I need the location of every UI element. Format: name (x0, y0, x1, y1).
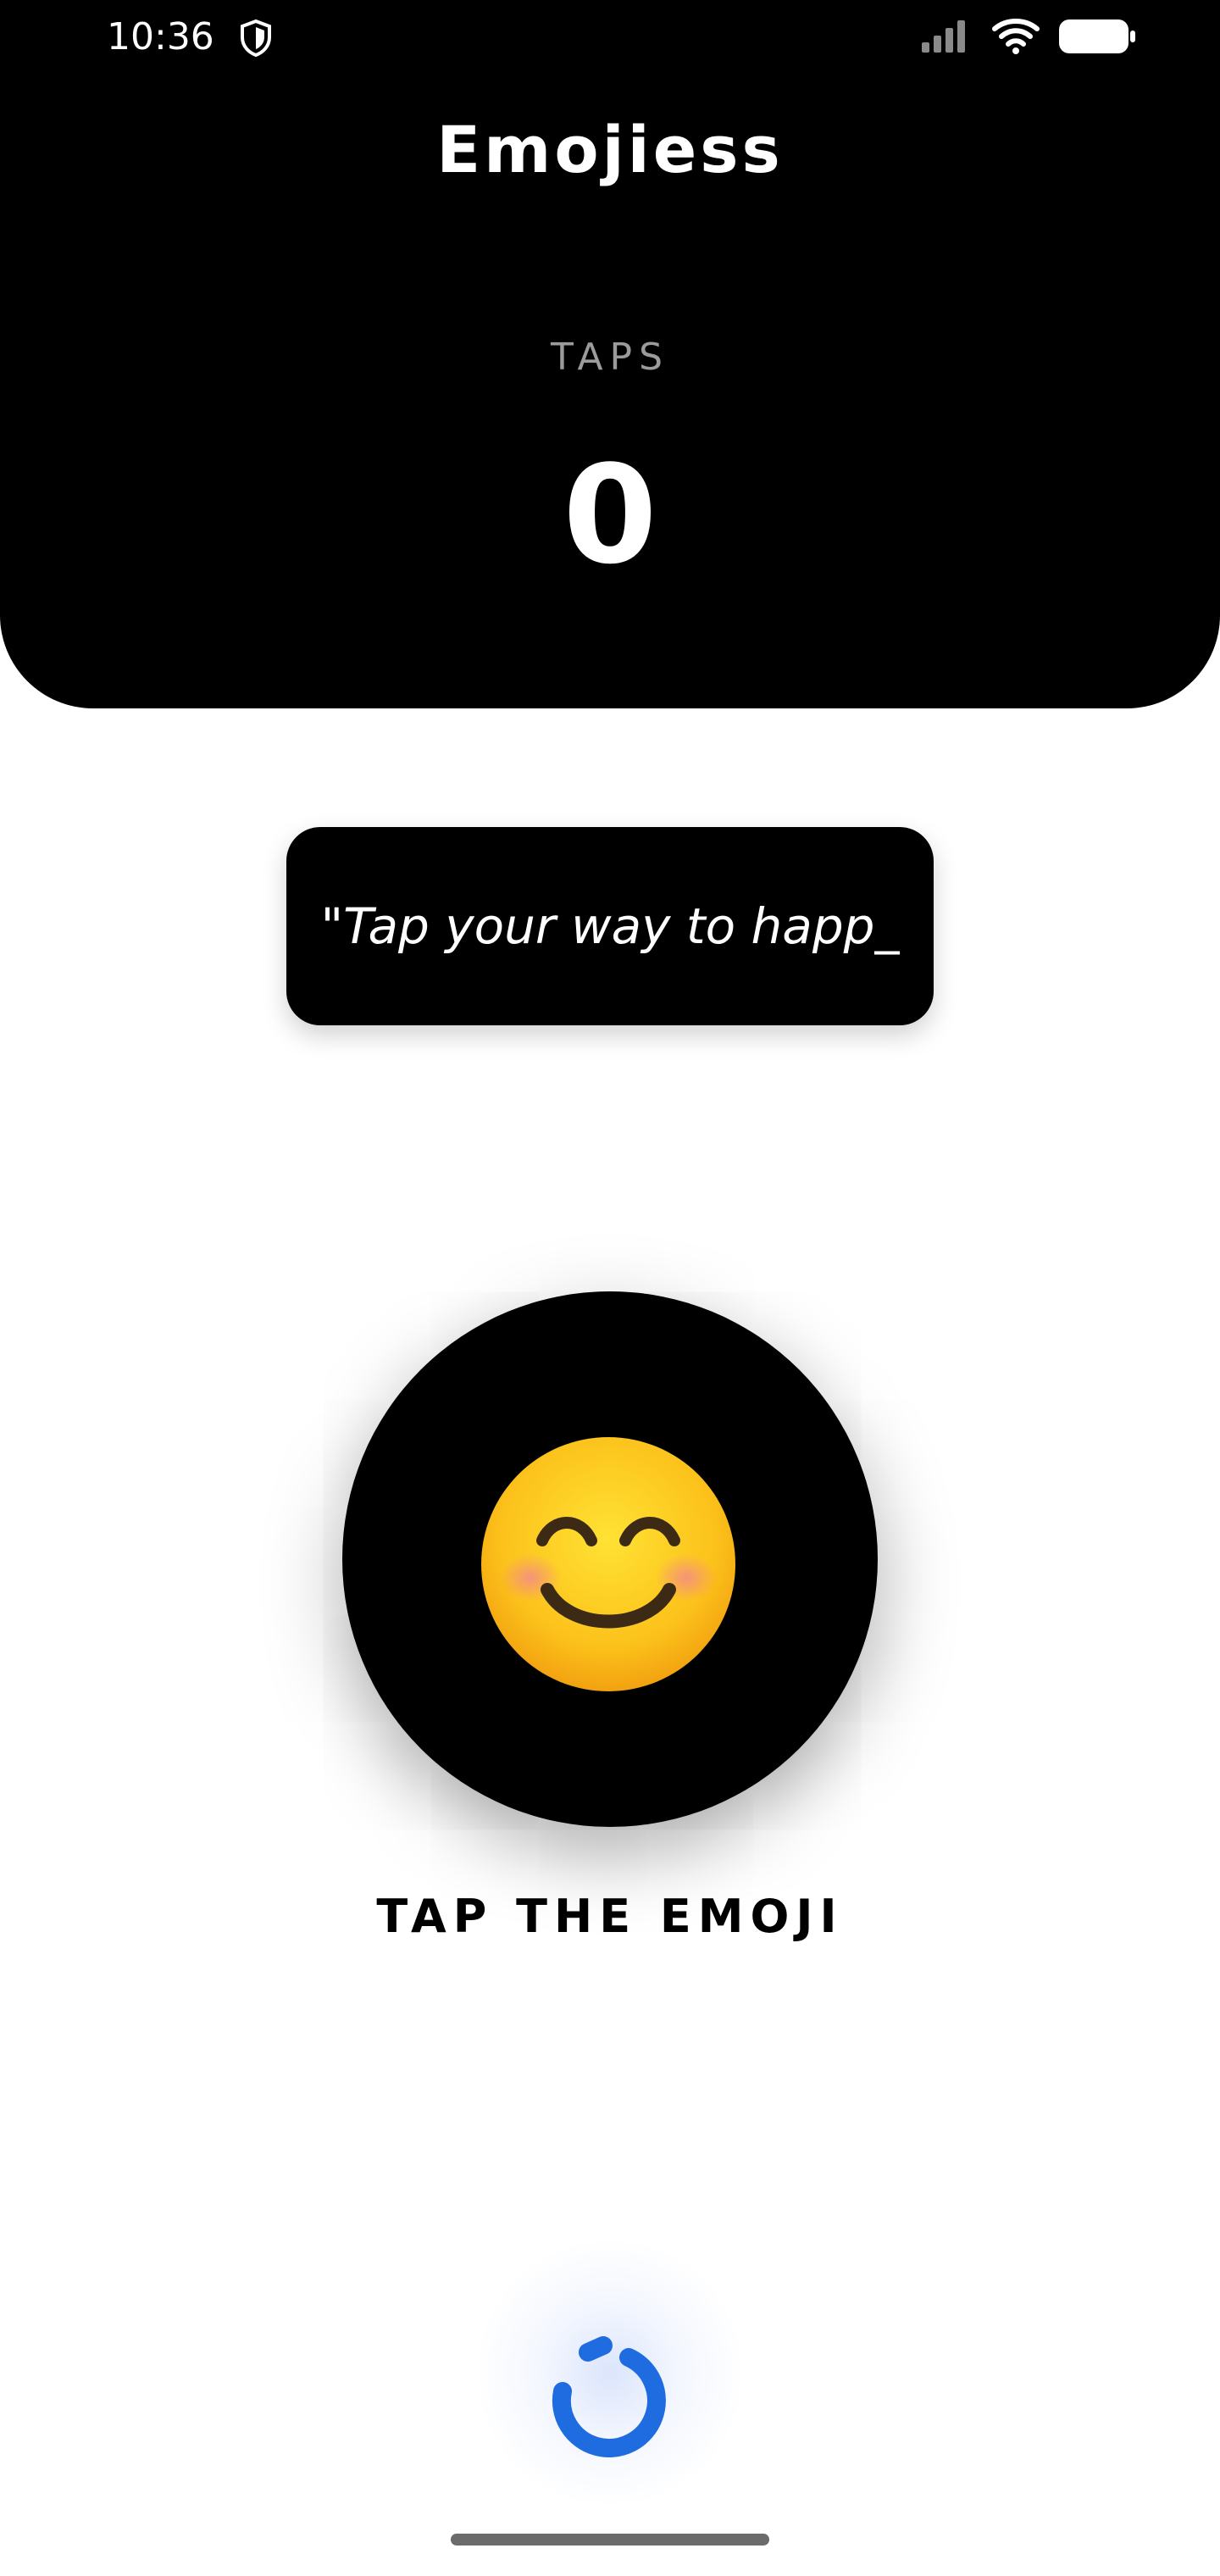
battery-icon (1059, 19, 1135, 53)
quote-text: "Tap your way to happ_ (320, 897, 900, 955)
taps-count: 0 (563, 436, 657, 594)
taps-label: TAPS (550, 336, 670, 379)
status-bar: 10:36 (0, 0, 1220, 76)
status-time: 10:36 (107, 15, 214, 58)
header-panel: 10:36 Emojiess TAPS 0 (0, 0, 1220, 708)
wifi-icon (992, 19, 1040, 54)
loading-spinner-icon (552, 2336, 666, 2457)
emoji-tap-button[interactable] (342, 1291, 878, 1827)
home-indicator[interactable] (451, 2534, 769, 2545)
signal-icon (922, 20, 965, 53)
tap-instruction: TAP THE EMOJI (376, 1890, 844, 1943)
shield-icon (241, 19, 271, 58)
smiling-face-icon[interactable] (476, 1432, 740, 1696)
quote-card: "Tap your way to happ_ (286, 827, 934, 1025)
app-title: Emojiess (436, 112, 784, 187)
